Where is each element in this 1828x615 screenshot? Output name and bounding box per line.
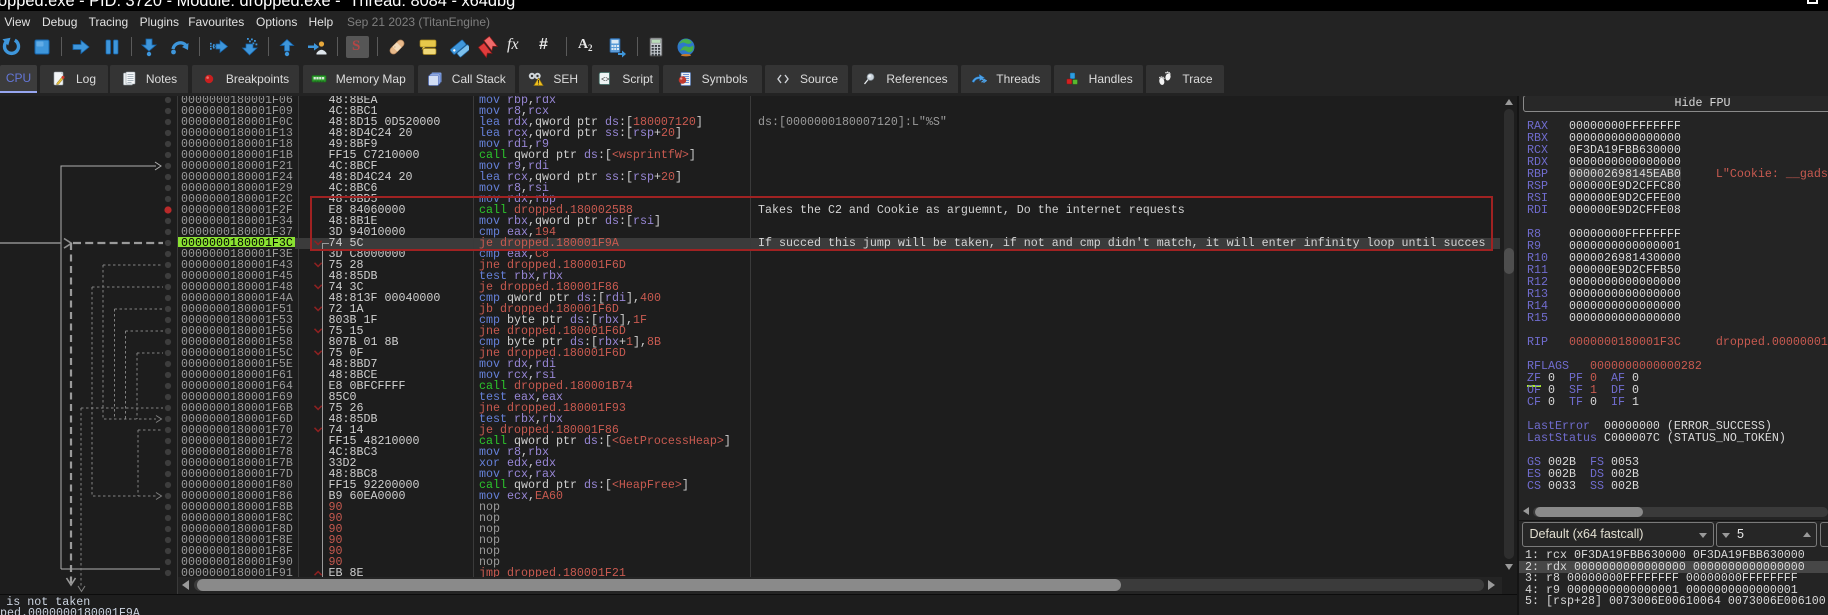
svg-text:!: ! [538, 79, 540, 86]
svg-text:<>: <> [601, 76, 609, 84]
